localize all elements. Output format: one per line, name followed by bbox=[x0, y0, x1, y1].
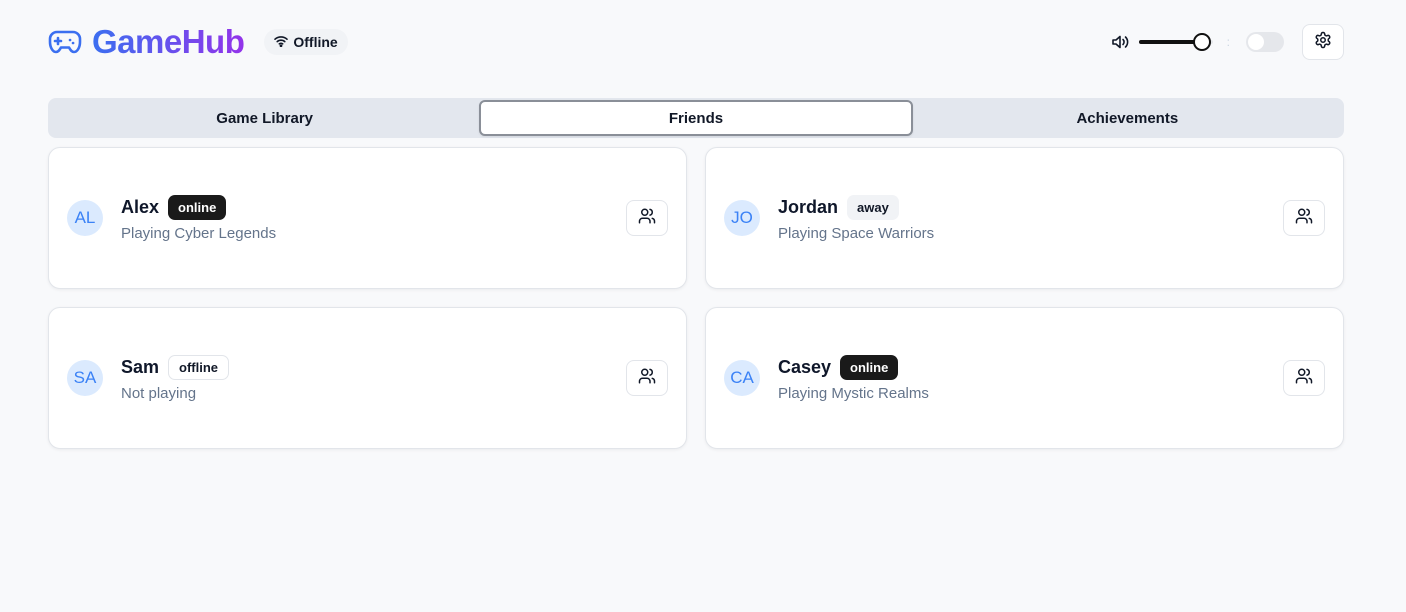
wifi-icon bbox=[274, 34, 289, 50]
tab-achievements[interactable]: Achievements bbox=[913, 100, 1342, 136]
friends-grid: AL Alex online Playing Cyber Legends JO … bbox=[48, 147, 1344, 449]
friend-name: Alex bbox=[121, 197, 160, 217]
friend-card: JO Jordan away Playing Space Warriors bbox=[705, 147, 1344, 289]
friend-activity: Playing Cyber Legends bbox=[121, 224, 277, 242]
friend-name-row: Sam offline bbox=[121, 355, 626, 381]
friend-action-button[interactable] bbox=[626, 200, 668, 236]
friend-info: Casey online Playing Mystic Realms bbox=[778, 355, 1283, 402]
gear-icon bbox=[1314, 31, 1332, 54]
friend-name-row: Jordan away bbox=[778, 195, 1283, 221]
friend-activity: Playing Space Warriors bbox=[778, 224, 935, 242]
friend-info: Sam offline Not playing bbox=[121, 355, 626, 402]
avatar: CA bbox=[724, 360, 760, 396]
friend-card: AL Alex online Playing Cyber Legends bbox=[48, 147, 687, 289]
separator: : bbox=[1226, 35, 1230, 49]
avatar: AL bbox=[67, 200, 103, 236]
avatar: JO bbox=[724, 200, 760, 236]
friend-name-row: Casey online bbox=[778, 355, 1283, 381]
friend-info: Alex online Playing Cyber Legends bbox=[121, 195, 626, 242]
friend-card: SA Sam offline Not playing bbox=[48, 307, 687, 449]
volume-icon[interactable] bbox=[1111, 32, 1131, 52]
status-badge: offline bbox=[168, 355, 230, 380]
app-title: GameHub bbox=[92, 23, 245, 60]
gamepad-icon bbox=[48, 25, 82, 59]
friend-action-button[interactable] bbox=[626, 360, 668, 396]
friend-action-button[interactable] bbox=[1283, 360, 1325, 396]
volume-slider-thumb[interactable] bbox=[1192, 33, 1211, 51]
toggle-knob bbox=[1248, 34, 1264, 50]
tab-friends[interactable]: Friends bbox=[479, 100, 913, 136]
status-badge: online bbox=[840, 355, 899, 380]
users-icon bbox=[1295, 207, 1313, 230]
settings-button[interactable] bbox=[1302, 24, 1344, 60]
volume-slider[interactable] bbox=[1138, 32, 1213, 52]
friend-name-row: Alex online bbox=[121, 195, 626, 221]
header: GameHub Offline : bbox=[48, 22, 1344, 62]
friend-activity: Not playing bbox=[121, 384, 197, 402]
tab-game-library[interactable]: Game Library bbox=[50, 100, 479, 136]
friend-name: Casey bbox=[778, 357, 832, 377]
avatar: SA bbox=[67, 360, 103, 396]
users-icon bbox=[1295, 367, 1313, 390]
friend-info: Jordan away Playing Space Warriors bbox=[778, 195, 1283, 242]
status-badge: online bbox=[168, 195, 227, 220]
connection-status-badge: Offline bbox=[264, 29, 348, 55]
users-icon bbox=[638, 207, 656, 230]
theme-toggle[interactable] bbox=[1246, 32, 1284, 52]
header-controls: : bbox=[1111, 24, 1344, 60]
friend-name: Jordan bbox=[778, 197, 839, 217]
friend-action-button[interactable] bbox=[1283, 200, 1325, 236]
connection-status-label: Offline bbox=[293, 34, 338, 50]
status-badge: away bbox=[847, 195, 899, 220]
users-icon bbox=[638, 367, 656, 390]
friend-name: Sam bbox=[121, 357, 160, 377]
main-tabs: Game Library Friends Achievements bbox=[48, 98, 1344, 138]
friend-card: CA Casey online Playing Mystic Realms bbox=[705, 307, 1344, 449]
friend-activity: Playing Mystic Realms bbox=[778, 384, 929, 402]
